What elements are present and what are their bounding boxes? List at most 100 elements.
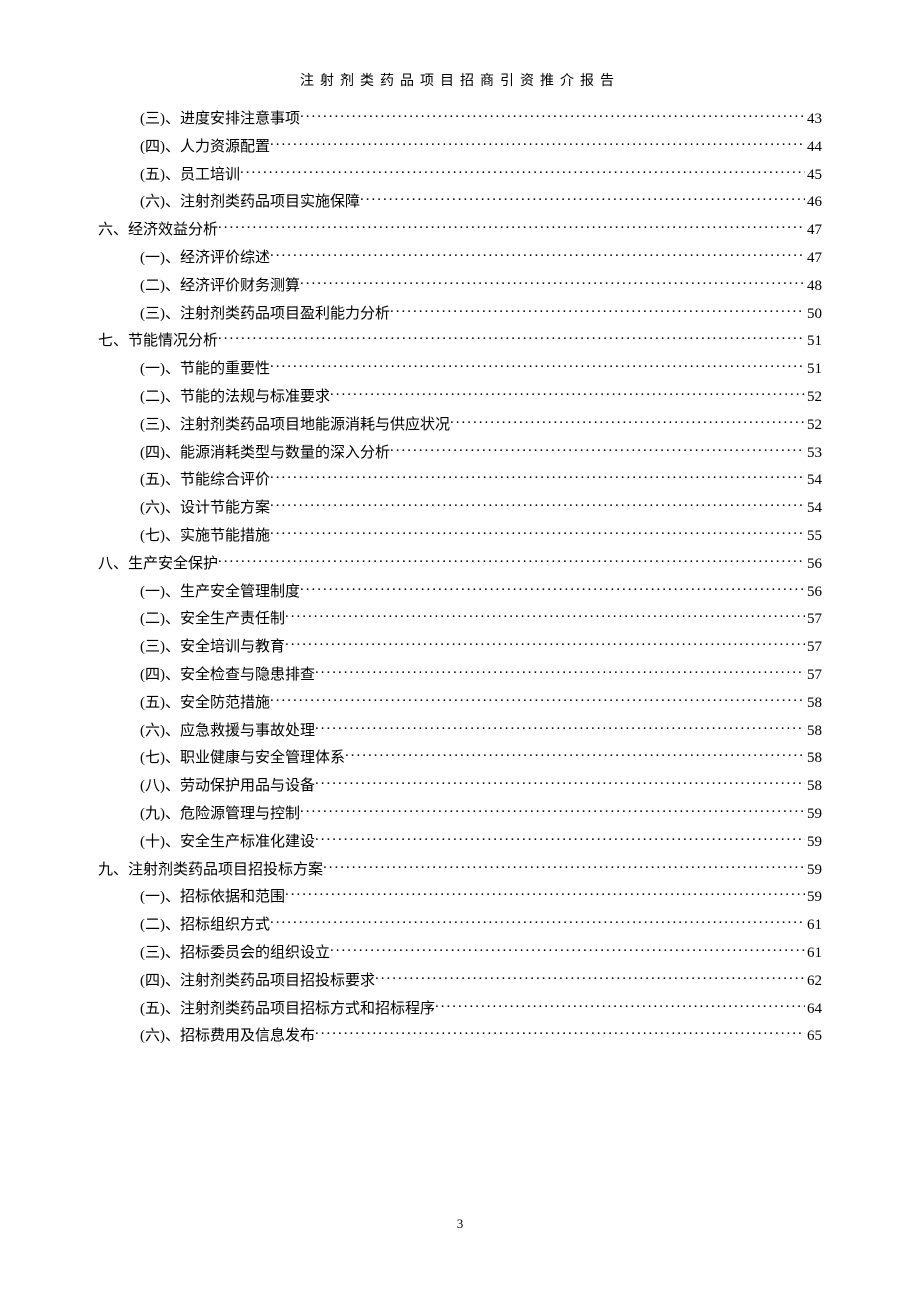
toc-entry-label: (一)、经济评价综述 [140, 251, 270, 266]
toc-entry-page: 53 [805, 446, 822, 461]
toc-entry-page: 54 [805, 473, 822, 488]
toc-leader-dots [270, 692, 805, 707]
toc-leader-dots [315, 720, 805, 735]
toc-entry-page: 54 [805, 501, 822, 516]
toc-entry-label: (四)、能源消耗类型与数量的深入分析 [140, 446, 390, 461]
toc-entry: (四)、安全检查与隐患排查 57 [98, 664, 822, 683]
toc-entry: (二)、节能的法规与标准要求 52 [98, 386, 822, 405]
toc-entry-page: 61 [805, 918, 822, 933]
toc-entry-page: 51 [805, 362, 822, 377]
toc-entry: (三)、注射剂类药品项目地能源消耗与供应状况52 [98, 414, 822, 433]
toc-entry: (三)、注射剂类药品项目盈利能力分析 50 [98, 303, 822, 322]
toc-entry-label: (三)、安全培训与教育 [140, 640, 285, 655]
toc-entry-page: 50 [805, 307, 822, 322]
toc-entry-page: 58 [805, 751, 822, 766]
toc-entry: (三)、安全培训与教育 57 [98, 636, 822, 655]
toc-entry: (六)、注射剂类药品项目实施保障46 [98, 191, 822, 210]
toc-leader-dots [270, 914, 805, 929]
toc-entry-label: (七)、职业健康与安全管理体系 [140, 751, 345, 766]
toc-leader-dots [285, 886, 805, 901]
toc-entry-page: 52 [805, 390, 822, 405]
toc-entry-label: (二)、安全生产责任制 [140, 612, 285, 627]
toc-entry-label: (五)、安全防范措施 [140, 696, 270, 711]
toc-leader-dots [270, 247, 805, 262]
table-of-contents: (三)、进度安排注意事项43 (四)、人力资源配置 44 (五)、员工培训45 (六)、… [98, 108, 822, 1044]
toc-entry-label: (六)、注射剂类药品项目实施保障 [140, 195, 360, 210]
toc-entry: (二)、安全生产责任制 57 [98, 608, 822, 627]
toc-leader-dots [315, 1025, 805, 1040]
toc-entry: (五)、员工培训45 [98, 164, 822, 183]
toc-entry-page: 57 [805, 640, 822, 655]
toc-leader-dots [285, 636, 805, 651]
toc-leader-dots [218, 330, 805, 345]
toc-entry-label: (一)、招标依据和范围 [140, 890, 285, 905]
toc-entry-label: (二)、节能的法规与标准要求 [140, 390, 330, 405]
toc-entry-page: 52 [805, 418, 822, 433]
toc-entry: 九、注射剂类药品项目招投标方案59 [98, 859, 822, 878]
toc-leader-dots [323, 859, 805, 874]
toc-leader-dots [330, 386, 805, 401]
toc-leader-dots [300, 803, 805, 818]
toc-entry-label: (二)、经济评价财务测算 [140, 279, 300, 294]
toc-entry-label: 八、生产安全保护 [98, 557, 218, 572]
toc-leader-dots [218, 553, 805, 568]
toc-entry: (七)、实施节能措施55 [98, 525, 822, 544]
toc-entry-page: 65 [805, 1029, 822, 1044]
toc-leader-dots [315, 775, 805, 790]
toc-entry-label: (五)、注射剂类药品项目招标方式和招标程序 [140, 1002, 435, 1017]
toc-leader-dots [270, 136, 805, 151]
toc-entry-label: 七、节能情况分析 [98, 334, 218, 349]
toc-entry-page: 62 [805, 974, 822, 989]
toc-entry: (四)、人力资源配置 44 [98, 136, 822, 155]
toc-entry-page: 58 [805, 724, 822, 739]
toc-leader-dots [300, 108, 805, 123]
toc-entry-label: 九、注射剂类药品项目招投标方案 [98, 863, 323, 878]
page-header-title: 注射剂类药品项目招商引资推介报告 [98, 70, 822, 90]
toc-entry: (六)、设计节能方案 54 [98, 497, 822, 516]
toc-leader-dots [270, 469, 805, 484]
toc-leader-dots [270, 358, 805, 373]
toc-entry-label: (九)、危险源管理与控制 [140, 807, 300, 822]
toc-entry: (一)、生产安全管理制度56 [98, 581, 822, 600]
toc-leader-dots [375, 970, 805, 985]
toc-entry-label: (六)、招标费用及信息发布 [140, 1029, 315, 1044]
toc-leader-dots [270, 497, 805, 512]
toc-entry-page: 56 [805, 557, 822, 572]
toc-leader-dots [270, 525, 805, 540]
toc-entry-page: 44 [805, 140, 822, 155]
toc-leader-dots [390, 442, 805, 457]
toc-entry-label: (四)、安全检查与隐患排查 [140, 668, 315, 683]
toc-entry: (七)、职业健康与安全管理体系 58 [98, 747, 822, 766]
toc-entry: (四)、能源消耗类型与数量的深入分析 53 [98, 442, 822, 461]
toc-leader-dots [315, 831, 805, 846]
toc-entry-page: 57 [805, 668, 822, 683]
toc-entry-label: (二)、招标组织方式 [140, 918, 270, 933]
toc-entry-page: 57 [805, 612, 822, 627]
toc-entry-label: (四)、人力资源配置 [140, 140, 270, 155]
toc-leader-dots [218, 219, 805, 234]
toc-entry: (十)、安全生产标准化建设 59 [98, 831, 822, 850]
toc-entry: (五)、安全防范措施 58 [98, 692, 822, 711]
toc-entry: 七、节能情况分析51 [98, 330, 822, 349]
document-page: 注射剂类药品项目招商引资推介报告 (三)、进度安排注意事项43 (四)、人力资源配… [0, 0, 920, 1302]
toc-entry-label: (三)、进度安排注意事项 [140, 112, 300, 127]
toc-leader-dots [285, 608, 805, 623]
toc-entry: (五)、注射剂类药品项目招标方式和招标程序64 [98, 998, 822, 1017]
toc-entry-label: (三)、注射剂类药品项目盈利能力分析 [140, 307, 390, 322]
toc-entry-page: 55 [805, 529, 822, 544]
toc-entry: (一)、经济评价综述47 [98, 247, 822, 266]
toc-entry-label: (一)、节能的重要性 [140, 362, 270, 377]
toc-entry-label: (十)、安全生产标准化建设 [140, 835, 315, 850]
toc-entry: 八、生产安全保护 56 [98, 553, 822, 572]
toc-leader-dots [345, 747, 805, 762]
toc-entry-page: 59 [805, 835, 822, 850]
toc-leader-dots [330, 942, 805, 957]
toc-entry-label: (六)、设计节能方案 [140, 501, 270, 516]
toc-entry-page: 61 [805, 946, 822, 961]
toc-entry-page: 58 [805, 696, 822, 711]
toc-entry: 六、经济效益分析47 [98, 219, 822, 238]
toc-leader-dots [435, 998, 805, 1013]
toc-entry-page: 58 [805, 779, 822, 794]
toc-entry: (三)、进度安排注意事项43 [98, 108, 822, 127]
toc-entry-page: 45 [805, 168, 822, 183]
